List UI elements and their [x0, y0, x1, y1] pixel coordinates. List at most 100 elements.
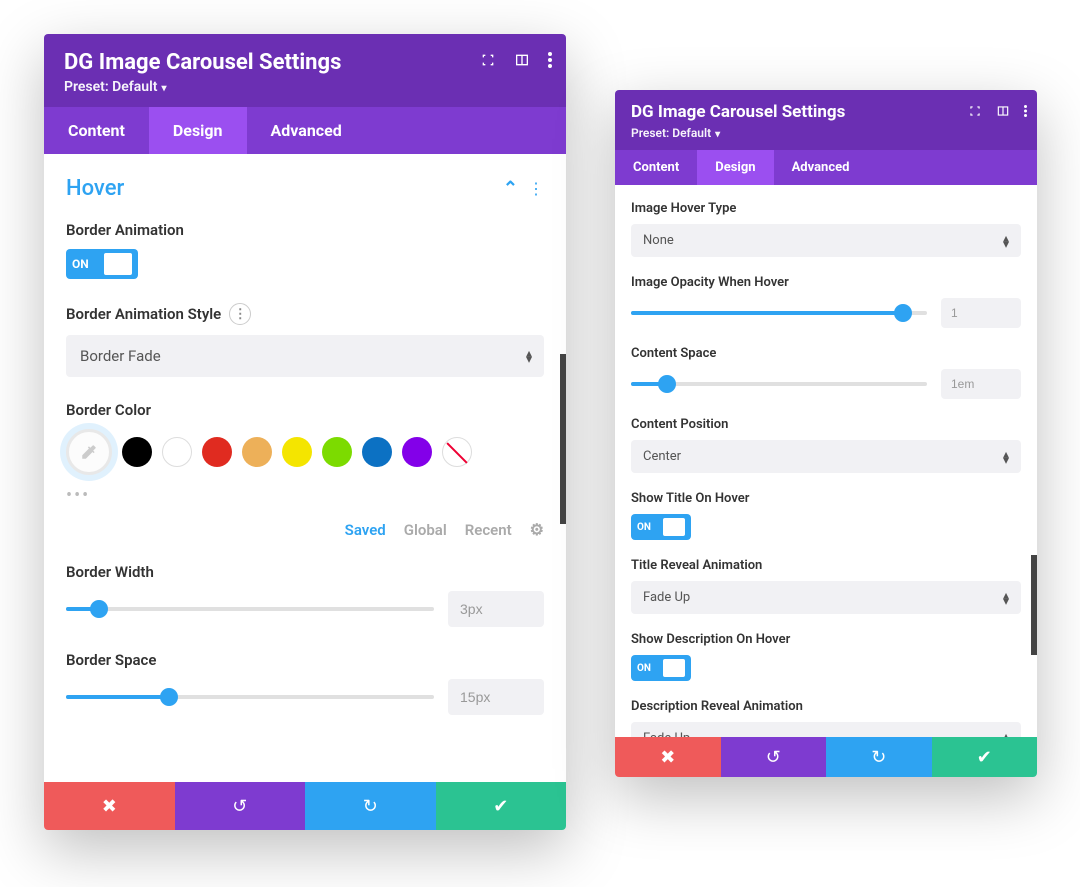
toggle-text: ON [72, 257, 89, 271]
image-opacity-label: Image Opacity When Hover [631, 275, 1021, 290]
tab-advanced[interactable]: Advanced [247, 107, 366, 154]
color-tab-saved[interactable]: Saved [345, 521, 386, 539]
border-space-label: Border Space [66, 651, 544, 669]
title-reveal-select[interactable]: Fade Up ▴▾ [631, 581, 1021, 614]
panel-tabs: Content Design Advanced [44, 107, 566, 154]
save-button[interactable]: ✔ [436, 782, 567, 830]
tab-design[interactable]: Design [697, 150, 773, 185]
border-space-slider[interactable] [66, 695, 434, 699]
show-description-toggle[interactable]: ON [631, 655, 691, 681]
preset-dropdown[interactable]: Preset: Default [631, 126, 1021, 140]
description-reveal-select[interactable]: Fade Up ▴▾ [631, 722, 1021, 737]
border-width-control: Border Width [66, 563, 544, 627]
border-width-slider[interactable] [66, 607, 434, 611]
image-opacity-input[interactable] [941, 298, 1021, 328]
border-animation-style-control: Border Animation Style Border Fade ▴▾ [66, 303, 544, 377]
undo-button[interactable]: ↺ [721, 737, 827, 777]
tab-content[interactable]: Content [615, 150, 697, 185]
cancel-button[interactable]: ✖ [44, 782, 175, 830]
border-animation-toggle[interactable]: ON [66, 249, 138, 279]
more-icon[interactable] [1024, 104, 1027, 118]
select-arrow-icon: ▴▾ [526, 350, 532, 362]
color-tab-recent[interactable]: Recent [465, 521, 512, 539]
border-space-control: Border Space [66, 651, 544, 715]
columns-icon[interactable] [514, 52, 530, 68]
tab-content[interactable]: Content [44, 107, 149, 154]
color-swatch-none[interactable] [442, 437, 472, 467]
content-space-slider[interactable] [631, 382, 927, 386]
border-width-input[interactable] [448, 591, 544, 627]
expand-icon[interactable] [480, 52, 496, 68]
color-settings-icon[interactable]: ⚙ [530, 520, 544, 539]
content-space-input[interactable] [941, 369, 1021, 399]
slider-handle[interactable] [658, 375, 676, 393]
columns-icon[interactable] [996, 104, 1010, 118]
color-swatch-green[interactable] [322, 437, 352, 467]
toggle-handle [104, 253, 132, 275]
slider-handle[interactable] [90, 600, 108, 618]
panel-title: DG Image Carousel Settings [631, 102, 1021, 122]
undo-button[interactable]: ↺ [175, 782, 306, 830]
color-swatch-orange[interactable] [242, 437, 272, 467]
border-animation-label: Border Animation [66, 221, 544, 239]
section-more-icon[interactable]: ⋮ [528, 179, 544, 198]
border-width-label: Border Width [66, 563, 544, 581]
panel-body: Image Hover Type None ▴▾ Image Opacity W… [615, 185, 1037, 737]
tab-advanced[interactable]: Advanced [774, 150, 868, 185]
panel-title: DG Image Carousel Settings [64, 50, 546, 75]
color-swatch-white[interactable] [162, 437, 192, 467]
select-arrow-icon: ▴▾ [1003, 451, 1009, 463]
color-tab-global[interactable]: Global [404, 521, 447, 539]
tab-design[interactable]: Design [149, 107, 247, 154]
select-arrow-icon: ▴▾ [1003, 592, 1009, 604]
redo-button[interactable]: ↻ [826, 737, 932, 777]
border-animation-style-select[interactable]: Border Fade ▴▾ [66, 335, 544, 377]
content-position-select[interactable]: Center ▴▾ [631, 440, 1021, 473]
eyedropper-button[interactable] [66, 429, 112, 475]
section-header: Hover ⌃ ⋮ [66, 176, 544, 201]
cancel-button[interactable]: ✖ [615, 737, 721, 777]
panel-tabs: Content Design Advanced [615, 150, 1037, 185]
show-title-label: Show Title On Hover [631, 491, 1021, 506]
slider-handle[interactable] [160, 688, 178, 706]
settings-panel-left: DG Image Carousel Settings Preset: Defau… [44, 34, 566, 830]
preset-dropdown[interactable]: Preset: Default [64, 79, 546, 95]
slider-handle[interactable] [894, 304, 912, 322]
panel-body: Hover ⌃ ⋮ Border Animation ON Border Ani… [44, 154, 566, 782]
border-color-control: Border Color ••• Saved Global Recent [66, 401, 544, 539]
more-colors-icon[interactable]: ••• [66, 485, 544, 506]
content-space-label: Content Space [631, 346, 1021, 361]
section-title: Hover [66, 176, 124, 201]
border-animation-style-label: Border Animation Style [66, 303, 544, 325]
save-button[interactable]: ✔ [932, 737, 1038, 777]
scrollbar[interactable] [560, 354, 566, 524]
color-swatch-black[interactable] [122, 437, 152, 467]
expand-icon[interactable] [968, 104, 982, 118]
image-opacity-slider[interactable] [631, 311, 927, 315]
collapse-icon[interactable]: ⌃ [503, 178, 518, 199]
select-arrow-icon: ▴▾ [1003, 235, 1009, 247]
panel-header: DG Image Carousel Settings Preset: Defau… [44, 34, 566, 107]
more-icon[interactable] [548, 52, 552, 68]
image-hover-type-label: Image Hover Type [631, 201, 1021, 216]
image-hover-type-select[interactable]: None ▴▾ [631, 224, 1021, 257]
panel-footer: ✖ ↺ ↻ ✔ [615, 737, 1037, 777]
border-animation-control: Border Animation ON [66, 221, 544, 279]
scrollbar[interactable] [1031, 555, 1037, 655]
show-title-toggle[interactable]: ON [631, 514, 691, 540]
select-arrow-icon: ▴▾ [1003, 733, 1009, 738]
panel-footer: ✖ ↺ ↻ ✔ [44, 782, 566, 830]
title-reveal-label: Title Reveal Animation [631, 558, 1021, 573]
color-tabs: Saved Global Recent ⚙ [66, 520, 544, 539]
panel-header: DG Image Carousel Settings Preset: Defau… [615, 90, 1037, 150]
description-reveal-label: Description Reveal Animation [631, 699, 1021, 714]
settings-panel-right: DG Image Carousel Settings Preset: Defau… [615, 90, 1037, 777]
color-swatch-yellow[interactable] [282, 437, 312, 467]
color-swatch-purple[interactable] [402, 437, 432, 467]
content-position-label: Content Position [631, 417, 1021, 432]
field-options-icon[interactable] [229, 303, 251, 325]
redo-button[interactable]: ↻ [305, 782, 436, 830]
color-swatch-blue[interactable] [362, 437, 392, 467]
border-space-input[interactable] [448, 679, 544, 715]
color-swatch-red[interactable] [202, 437, 232, 467]
